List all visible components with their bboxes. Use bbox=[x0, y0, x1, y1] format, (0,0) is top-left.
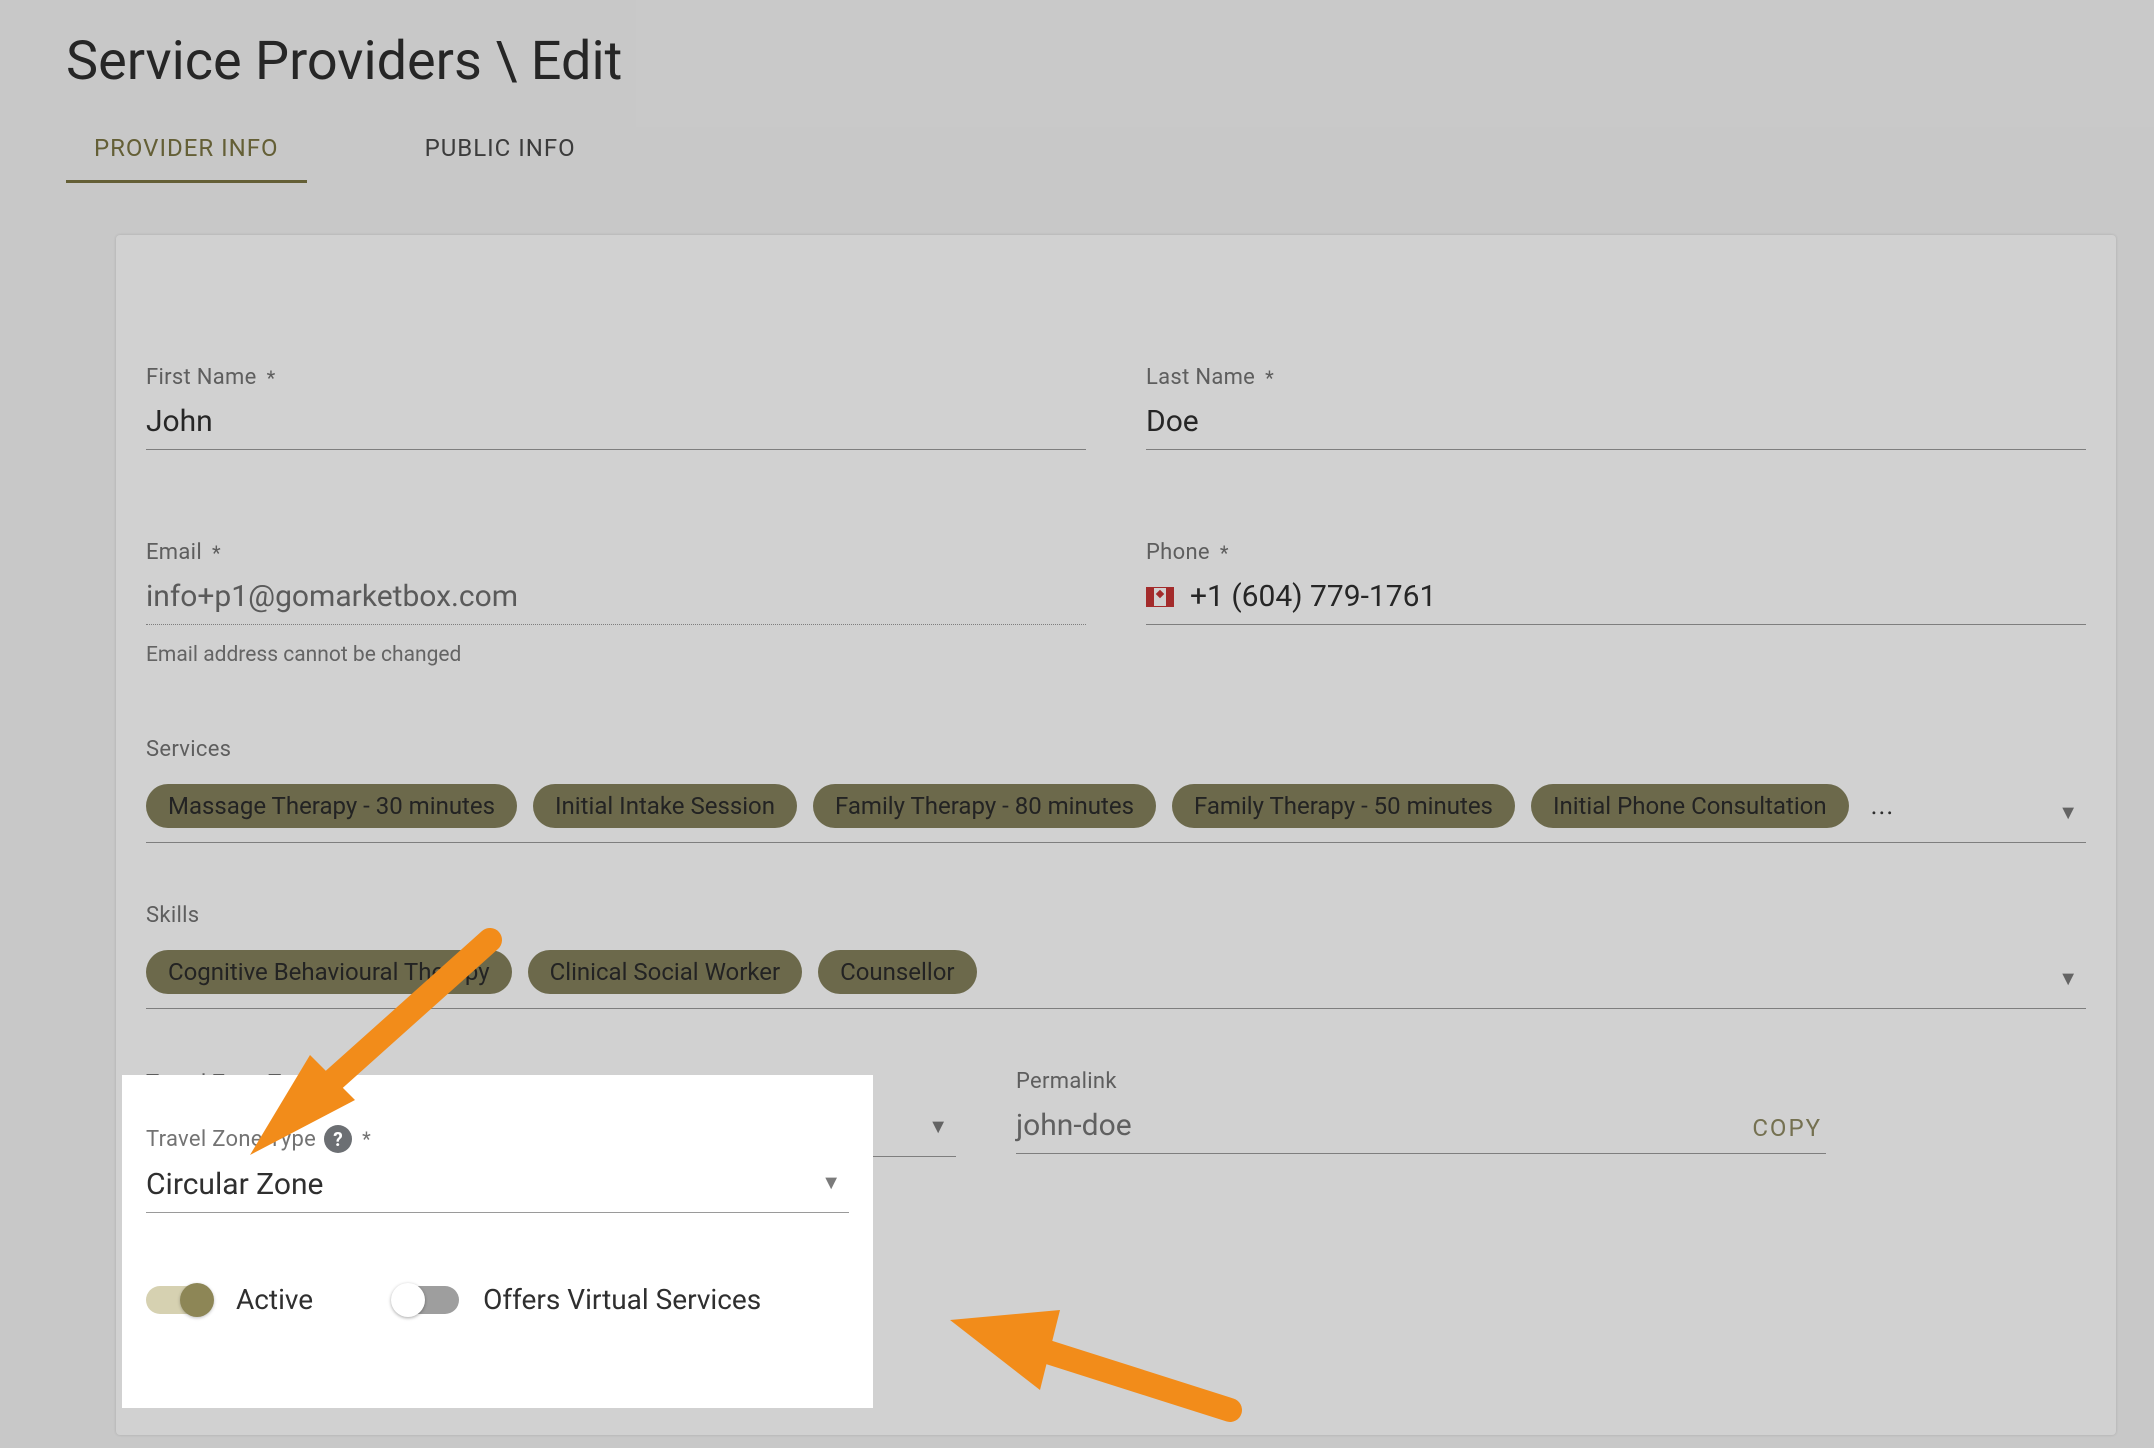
email-input: info+p1@gomarketbox.com bbox=[146, 575, 1086, 625]
active-toggle[interactable]: Active bbox=[146, 1283, 313, 1316]
last-name-input[interactable]: Doe bbox=[1146, 400, 2086, 450]
dropdown-caret-icon[interactable]: ▼ bbox=[928, 1114, 948, 1139]
annotation-arrow-icon bbox=[200, 920, 510, 1180]
annotation-arrow-icon bbox=[930, 1290, 1250, 1448]
tab-public-info[interactable]: PUBLIC INFO bbox=[397, 122, 604, 183]
first-name-label: First Name* bbox=[146, 365, 1086, 390]
service-chip[interactable]: Family Therapy - 80 minutes bbox=[813, 784, 1156, 828]
dropdown-caret-icon[interactable]: ▼ bbox=[2058, 800, 2078, 825]
services-label: Services bbox=[146, 737, 2086, 762]
email-label: Email* bbox=[146, 540, 1086, 565]
first-name-input[interactable]: John bbox=[146, 400, 1086, 450]
dropdown-caret-icon[interactable]: ▼ bbox=[2058, 966, 2078, 991]
email-helper: Email address cannot be changed bbox=[146, 643, 1086, 667]
first-name-field[interactable]: First Name* John bbox=[146, 365, 1086, 450]
permalink-input[interactable]: john-doe bbox=[1016, 1104, 1826, 1154]
permalink-label: Permalink bbox=[1016, 1069, 1826, 1094]
toggle-row: Active Offers Virtual Services bbox=[146, 1283, 849, 1316]
tabs: PROVIDER INFO PUBLIC INFO bbox=[66, 122, 604, 183]
toggle-switch-icon[interactable] bbox=[146, 1286, 212, 1314]
virtual-services-toggle[interactable]: Offers Virtual Services bbox=[393, 1283, 761, 1316]
permalink-field[interactable]: Permalink john-doe COPY bbox=[1016, 1069, 1826, 1154]
dropdown-caret-icon[interactable]: ▼ bbox=[821, 1170, 841, 1195]
copy-button[interactable]: COPY bbox=[1752, 1114, 1822, 1142]
service-chip[interactable]: Family Therapy - 50 minutes bbox=[1172, 784, 1515, 828]
skill-chip[interactable]: Clinical Social Worker bbox=[528, 950, 803, 994]
services-select[interactable]: Massage Therapy - 30 minutes Initial Inta… bbox=[146, 780, 2086, 843]
email-field: Email* info+p1@gomarketbox.com Email add… bbox=[146, 540, 1086, 667]
skill-chip[interactable]: Counsellor bbox=[818, 950, 976, 994]
service-chip[interactable]: Initial Phone Consultation bbox=[1531, 784, 1849, 828]
phone-label: Phone* bbox=[1146, 540, 2086, 565]
services-field[interactable]: Services Massage Therapy - 30 minutes Ini… bbox=[146, 737, 2086, 843]
page-title: Service Providers \ Edit bbox=[66, 30, 622, 93]
phone-value: +1 (604) 779-1761 bbox=[1190, 579, 1436, 614]
last-name-field[interactable]: Last Name* Doe bbox=[1146, 365, 2086, 450]
last-name-label: Last Name* bbox=[1146, 365, 2086, 390]
service-chip[interactable]: Massage Therapy - 30 minutes bbox=[146, 784, 517, 828]
phone-field[interactable]: Phone* +1 (604) 779-1761 bbox=[1146, 540, 2086, 625]
virtual-services-toggle-label: Offers Virtual Services bbox=[483, 1283, 761, 1316]
canada-flag-icon bbox=[1146, 587, 1174, 607]
service-chip[interactable]: Initial Intake Session bbox=[533, 784, 797, 828]
active-toggle-label: Active bbox=[236, 1283, 313, 1316]
tab-provider-info[interactable]: PROVIDER INFO bbox=[66, 122, 307, 183]
toggle-switch-icon[interactable] bbox=[393, 1286, 459, 1314]
phone-input[interactable]: +1 (604) 779-1761 bbox=[1146, 575, 2086, 625]
services-more: ... bbox=[1865, 791, 1895, 821]
